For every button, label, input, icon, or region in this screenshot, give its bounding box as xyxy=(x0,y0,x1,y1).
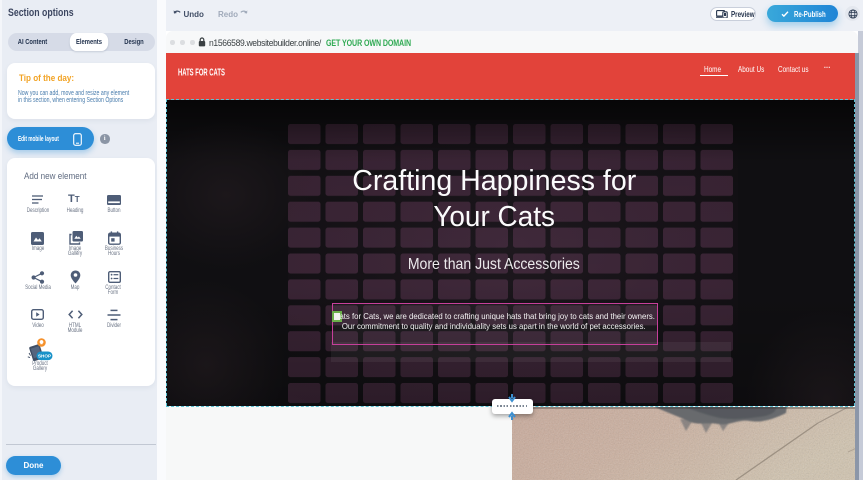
svg-text:SHOP: SHOP xyxy=(38,354,51,359)
